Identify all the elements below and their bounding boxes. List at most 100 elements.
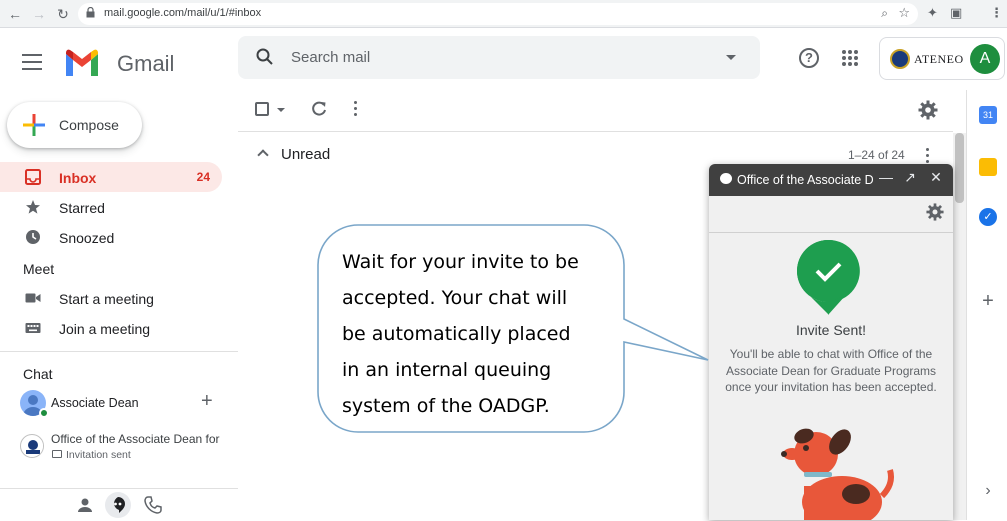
contacts-tab-icon[interactable] xyxy=(75,495,95,515)
apps-grid-icon[interactable] xyxy=(842,50,858,66)
sidebar-item-inbox[interactable]: Inbox 24 xyxy=(0,162,222,192)
invite-title: Invite Sent! xyxy=(795,322,867,338)
video-camera-icon xyxy=(25,293,41,303)
envelope-icon xyxy=(52,450,62,458)
compose-label: Compose xyxy=(59,117,119,133)
collapse-caret-icon[interactable] xyxy=(257,149,269,161)
ateneo-seal-icon xyxy=(890,49,910,69)
popout-icon[interactable]: ↗ xyxy=(901,169,919,186)
chat-popup[interactable]: Office of the Associate D — ↗ ✕ Invite S… xyxy=(709,164,953,520)
side-panel: 31 ✓ + › xyxy=(966,90,1007,520)
browser-toolbar: ← → ↻ mail.google.com/mail/u/1/#inbox ⌕ … xyxy=(0,0,1007,28)
forward-arrow-icon[interactable]: → xyxy=(30,5,48,23)
account-switcher[interactable]: ATENEO A xyxy=(879,37,1005,80)
tasks-icon[interactable]: ✓ xyxy=(979,208,997,226)
phone-tab-icon[interactable] xyxy=(143,495,163,515)
callout-line: accepted. Your chat will xyxy=(342,287,568,309)
back-arrow-icon[interactable]: ← xyxy=(6,5,24,23)
hangouts-tab[interactable] xyxy=(105,492,131,518)
section-header-unread[interactable]: Unread xyxy=(281,146,330,163)
scrollbar[interactable] xyxy=(953,133,966,520)
sidebar-item-label: Starred xyxy=(59,200,105,216)
chat-contact-name: Office of the Associate Dean for xyxy=(51,432,220,446)
invite-sent-check-icon xyxy=(797,239,860,315)
calendar-icon[interactable]: 31 xyxy=(979,106,997,124)
expand-panel-chevron-icon[interactable]: › xyxy=(979,482,997,500)
invite-message: You'll be able to chat with Office of th… xyxy=(725,347,937,394)
inbox-icon xyxy=(25,169,41,185)
sidebar-item-label: Join a meeting xyxy=(59,321,151,337)
callout-text: Wait for your invite to be accepted. You… xyxy=(342,244,612,424)
chat-contact-item[interactable]: Office of the Associate Dean for Invitat… xyxy=(20,430,235,462)
meet-section-title: Meet xyxy=(23,261,55,277)
presence-dot xyxy=(39,408,49,418)
add-addon-icon[interactable]: + xyxy=(979,291,997,311)
zoom-icon[interactable]: ⌕ xyxy=(881,6,888,21)
sidebar-item-starred[interactable]: Starred xyxy=(0,192,222,222)
main-menu-icon[interactable] xyxy=(22,54,42,70)
close-icon[interactable]: ✕ xyxy=(927,169,945,186)
chat-popup-header[interactable]: Office of the Associate D — ↗ ✕ xyxy=(709,164,953,196)
extension-bird-icon[interactable]: ✦ xyxy=(927,5,938,21)
keyboard-icon xyxy=(25,323,41,333)
bookmark-star-icon[interactable]: ☆ xyxy=(898,5,910,21)
chat-contact-name: Associate Dean xyxy=(51,396,139,410)
more-options-icon[interactable] xyxy=(354,101,358,117)
org-name: ATENEO xyxy=(914,52,964,66)
address-bar[interactable]: mail.google.com/mail/u/1/#inbox ⌕ ☆ xyxy=(78,3,918,25)
lock-icon xyxy=(86,7,95,18)
gmail-wordmark: Gmail xyxy=(117,51,175,76)
settings-gear-icon[interactable] xyxy=(918,100,938,120)
chat-popup-title: Office of the Associate D xyxy=(737,173,873,187)
scroll-thumb[interactable] xyxy=(955,133,964,203)
sidebar-item-snoozed[interactable]: Snoozed xyxy=(0,222,222,252)
callout-line: in an internal queuing xyxy=(342,359,552,381)
url-text: mail.google.com/mail/u/1/#inbox xyxy=(104,7,262,19)
chat-settings-gear-icon[interactable] xyxy=(926,203,944,221)
clock-icon xyxy=(26,230,40,244)
sidebar-item-start-meeting[interactable]: Start a meeting xyxy=(0,283,222,313)
sidebar-item-label: Start a meeting xyxy=(59,291,154,307)
seal-icon xyxy=(22,436,43,457)
keep-icon[interactable] xyxy=(979,158,997,176)
star-icon xyxy=(26,200,40,214)
dog-illustration-icon xyxy=(781,428,894,520)
select-all-checkbox[interactable] xyxy=(255,102,269,116)
callout-line: system of the OADGP. xyxy=(342,395,550,417)
chat-bubble-icon xyxy=(720,173,732,184)
chat-section-title: Chat xyxy=(23,366,53,382)
search-input[interactable]: Search mail xyxy=(291,49,370,66)
hangouts-icon xyxy=(114,497,125,513)
compose-button[interactable]: Compose xyxy=(7,102,142,148)
invitation-status: Invitation sent xyxy=(66,449,131,461)
add-chat-icon[interactable]: + xyxy=(201,390,213,413)
extensions-puzzle-icon[interactable]: ▣ xyxy=(950,5,962,21)
gmail-logo-icon xyxy=(66,49,98,76)
search-bar[interactable]: Search mail xyxy=(238,36,760,79)
callout-line: Wait for your invite to be xyxy=(342,251,579,273)
pagination-text: 1–24 of 24 xyxy=(848,148,905,162)
refresh-icon[interactable] xyxy=(310,100,328,118)
sidebar-divider xyxy=(0,351,238,352)
reload-icon[interactable]: ↻ xyxy=(54,5,72,23)
avatar xyxy=(20,434,44,458)
help-icon[interactable]: ? xyxy=(799,48,819,68)
sidebar-item-label: Inbox xyxy=(59,170,97,186)
search-options-caret-icon[interactable] xyxy=(726,55,736,60)
sidebar-item-join-meeting[interactable]: Join a meeting xyxy=(0,313,222,343)
toolbar-divider xyxy=(238,131,953,132)
chat-contact-item[interactable]: Associate Dean + xyxy=(20,390,235,418)
chat-popup-body: Invite Sent! You'll be able to chat with… xyxy=(709,196,953,520)
sidebar-bottom-tabs xyxy=(0,488,238,520)
avatar[interactable]: A xyxy=(970,44,1000,74)
chat-body-divider xyxy=(709,232,953,233)
section-more-icon[interactable] xyxy=(926,148,930,164)
plus-icon xyxy=(23,114,45,136)
minimize-icon[interactable]: — xyxy=(877,169,895,185)
search-icon[interactable] xyxy=(255,47,275,67)
sidebar-item-label: Snoozed xyxy=(59,230,115,246)
select-options-caret-icon[interactable] xyxy=(277,108,285,112)
callout-line: be automatically placed xyxy=(342,323,571,345)
unread-count-badge: 24 xyxy=(196,170,210,184)
browser-menu-icon[interactable]: ⋮ xyxy=(990,5,1003,21)
